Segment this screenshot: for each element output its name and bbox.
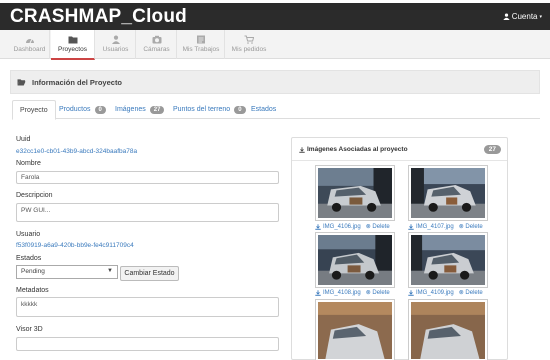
tab-label: Productos xyxy=(59,106,91,113)
image-filename-link[interactable]: IMG_4107.jpg xyxy=(416,224,454,230)
nav-usuarios[interactable]: Usuarios xyxy=(96,30,136,59)
image-thumbnail[interactable] xyxy=(408,165,488,221)
image-thumbnail[interactable] xyxy=(315,165,395,221)
tab-imagenes[interactable]: Imágenes 27 xyxy=(108,100,171,119)
download-icon[interactable] xyxy=(315,223,321,230)
car-photo xyxy=(411,168,485,218)
image-thumbnail[interactable] xyxy=(408,232,488,288)
project-tabs: Proyecto Productos 0 Imágenes 27 Puntos … xyxy=(12,100,540,120)
nombre-label: Nombre xyxy=(16,160,41,167)
image-thumbnail[interactable] xyxy=(408,299,488,360)
account-label: Cuenta xyxy=(511,12,538,21)
delete-link[interactable]: ⊗ Delete xyxy=(459,289,483,296)
metadatos-label: Metadatos xyxy=(16,287,49,294)
image-caption: IMG_4106.jpg ⊗ Delete xyxy=(315,223,390,230)
delete-link[interactable]: ⊗ Delete xyxy=(459,223,483,230)
tab-label: Puntos del terreno xyxy=(173,106,231,113)
image-filename-link[interactable]: IMG_4109.jpg xyxy=(416,290,454,296)
count-badge: 0 xyxy=(94,105,106,114)
download-icon xyxy=(299,146,305,153)
uuid-label: Uuid xyxy=(16,136,31,143)
visor-field[interactable] xyxy=(16,337,279,351)
image-thumbnail[interactable] xyxy=(315,299,395,360)
delete-label: Delete xyxy=(465,224,483,230)
panel-title: Información del Proyecto xyxy=(32,77,123,87)
folder-icon xyxy=(68,36,77,44)
cart-icon xyxy=(244,35,254,44)
estado-selected: Pending xyxy=(21,268,45,275)
user-icon xyxy=(503,13,510,20)
car-photo xyxy=(318,302,392,359)
image-filename-link[interactable]: IMG_4106.jpg xyxy=(323,224,361,230)
nav-proyectos[interactable]: Proyectos xyxy=(51,30,95,60)
visor-label: Visor 3D xyxy=(16,326,43,333)
folder-open-icon xyxy=(17,79,26,86)
nav-label: Mis pedidos xyxy=(231,46,267,53)
caret-down-icon: ▼ xyxy=(107,268,113,274)
camera-icon xyxy=(152,35,161,44)
delete-link[interactable]: ⊗ Delete xyxy=(366,223,390,230)
estado-select[interactable]: Pending ▼ xyxy=(16,265,118,279)
app-title[interactable]: CRASHMAP_Cloud xyxy=(10,6,187,28)
tab-puntos-terreno[interactable]: Puntos del terreno 0 xyxy=(166,100,253,119)
top-bar: CRASHMAP_Cloud Cuenta ▾ xyxy=(0,3,550,30)
images-panel: Imágenes Asociadas al proyecto 27 IMG_41… xyxy=(291,137,508,360)
car-photo xyxy=(411,235,485,285)
tab-estados[interactable]: Estados xyxy=(244,100,283,119)
tab-proyecto[interactable]: Proyecto xyxy=(12,100,56,120)
image-filename-link[interactable]: IMG_4108.jpg xyxy=(323,290,361,296)
download-icon[interactable] xyxy=(408,223,414,230)
descripcion-field[interactable]: PW GUI... xyxy=(16,203,279,222)
image-caption: IMG_4108.jpg ⊗ Delete xyxy=(315,289,390,296)
car-photo xyxy=(411,302,485,359)
account-menu[interactable]: Cuenta ▾ xyxy=(503,12,542,21)
usuario-value: f53f0919-a6a9-420b-bb9e-fe4c911709c4 xyxy=(16,242,134,249)
images-title: Imágenes Asociadas al proyecto xyxy=(307,146,408,153)
delete-label: Delete xyxy=(372,290,390,296)
dashboard-icon xyxy=(25,38,34,44)
nav-dashboard[interactable]: Dashboard xyxy=(10,30,50,59)
image-caption: IMG_4107.jpg ⊗ Delete xyxy=(408,223,483,230)
download-icon[interactable] xyxy=(315,289,321,296)
delete-label: Delete xyxy=(465,290,483,296)
nav-label: Mis Trabajos xyxy=(182,46,220,53)
count-badge: 27 xyxy=(149,105,165,114)
tab-label: Proyecto xyxy=(20,106,48,114)
image-thumbnail[interactable] xyxy=(315,232,395,288)
car-photo xyxy=(318,168,392,218)
tab-label: Imágenes xyxy=(115,106,146,113)
nav-label: Proyectos xyxy=(58,46,87,53)
nav-label: Dashboard xyxy=(13,46,46,53)
tab-label: Estados xyxy=(251,106,277,113)
nombre-field[interactable]: Farola xyxy=(16,171,279,184)
cambiar-estado-button[interactable]: Cambiar Estado xyxy=(120,266,179,281)
delete-link[interactable]: ⊗ Delete xyxy=(366,289,390,296)
uuid-value: e32cc1e0-cb01-43b9-abcd-324baafba78a xyxy=(16,148,138,155)
download-icon[interactable] xyxy=(408,289,414,296)
images-panel-header: Imágenes Asociadas al proyecto 27 xyxy=(292,138,507,161)
image-caption: IMG_4109.jpg ⊗ Delete xyxy=(408,289,483,296)
tab-productos[interactable]: Productos 0 xyxy=(52,100,113,119)
panel-header: Información del Proyecto xyxy=(10,70,540,94)
descripcion-label: Descripcion xyxy=(16,192,53,199)
user-icon xyxy=(111,35,120,44)
nav-mis-pedidos[interactable]: Mis pedidos xyxy=(226,30,272,59)
nav-camaras[interactable]: Cámaras xyxy=(137,30,177,59)
nav-label: Cámaras xyxy=(143,46,170,53)
list-icon xyxy=(197,35,205,44)
delete-label: Delete xyxy=(372,224,390,230)
main-nav: Dashboard Proyectos Usuarios Cámaras Mis… xyxy=(0,30,550,60)
usuario-label: Usuario xyxy=(16,231,41,238)
metadatos-field[interactable]: kkkkk xyxy=(16,297,279,317)
nav-label: Usuarios xyxy=(102,46,129,53)
images-count-badge: 27 xyxy=(483,145,501,154)
car-photo xyxy=(318,235,392,285)
estados-label: Estados xyxy=(16,255,42,262)
nav-mis-trabajos[interactable]: Mis Trabajos xyxy=(178,30,225,59)
chevron-down-icon: ▾ xyxy=(539,13,542,20)
